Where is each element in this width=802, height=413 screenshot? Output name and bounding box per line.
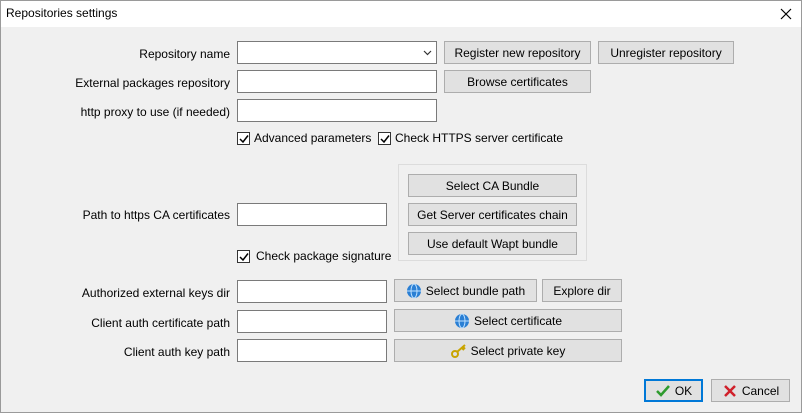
ok-label: OK: [674, 383, 693, 398]
chevron-down-icon[interactable]: [419, 42, 436, 63]
globe-icon: [454, 313, 470, 329]
client-cert-input[interactable]: [237, 310, 387, 333]
repository-name-label: Repository name: [139, 47, 230, 61]
check-signature-checkbox[interactable]: Check package signature: [237, 249, 391, 263]
explore-dir-button[interactable]: Explore dir: [542, 279, 622, 302]
register-repository-button[interactable]: Register new repository: [444, 41, 591, 64]
repository-name-combo[interactable]: [237, 41, 437, 64]
select-bundle-path-label: Select bundle path: [425, 283, 526, 298]
repositories-settings-dialog: Repositories settings Repository name Re…: [0, 0, 802, 413]
check-https-label: Check HTTPS server certificate: [395, 131, 564, 145]
select-ca-bundle-button[interactable]: Select CA Bundle: [408, 174, 577, 197]
key-icon: [450, 343, 467, 359]
browse-certificates-button[interactable]: Browse certificates: [444, 70, 591, 93]
client-cert-label: Client auth certificate path: [91, 316, 230, 330]
external-repo-input[interactable]: [237, 70, 437, 93]
select-certificate-label: Select certificate: [473, 313, 563, 328]
title-bar: Repositories settings: [1, 1, 801, 27]
unregister-repository-button[interactable]: Unregister repository: [598, 41, 734, 64]
get-server-chain-button[interactable]: Get Server certificates chain: [408, 203, 577, 226]
check-https-checkbox[interactable]: Check HTTPS server certificate: [378, 131, 563, 145]
path-ca-input[interactable]: [237, 203, 387, 226]
check-icon: [655, 383, 671, 399]
use-default-bundle-button[interactable]: Use default Wapt bundle: [408, 232, 577, 255]
external-repo-label: External packages repository: [75, 76, 230, 90]
path-ca-label: Path to https CA certificates: [82, 208, 230, 222]
globe-icon: [406, 283, 422, 299]
cancel-label: Cancel: [741, 383, 780, 398]
advanced-parameters-label: Advanced parameters: [254, 131, 372, 145]
http-proxy-input[interactable]: [237, 99, 437, 122]
cancel-button[interactable]: Cancel: [711, 379, 790, 402]
checkbox-box[interactable]: [237, 249, 250, 263]
ok-button[interactable]: OK: [644, 379, 703, 402]
close-button[interactable]: [771, 1, 801, 27]
authorized-keys-input[interactable]: [237, 280, 387, 303]
select-private-key-label: Select private key: [470, 343, 566, 358]
http-proxy-label: http proxy to use (if needed): [80, 105, 230, 119]
advanced-parameters-checkbox[interactable]: Advanced parameters: [237, 131, 371, 145]
cancel-x-icon: [722, 383, 738, 399]
window-title: Repositories settings: [6, 6, 118, 20]
authorized-keys-label: Authorized external keys dir: [81, 286, 230, 300]
checkbox-box[interactable]: [237, 131, 250, 145]
close-icon: [780, 8, 792, 20]
select-certificate-button[interactable]: Select certificate: [394, 309, 622, 332]
client-key-input[interactable]: [237, 339, 387, 362]
client-key-label: Client auth key path: [123, 345, 230, 359]
select-private-key-button[interactable]: Select private key: [394, 339, 622, 362]
check-signature-label: Check package signature: [256, 249, 392, 263]
checkbox-box[interactable]: [378, 131, 391, 145]
select-bundle-path-button[interactable]: Select bundle path: [394, 279, 537, 302]
